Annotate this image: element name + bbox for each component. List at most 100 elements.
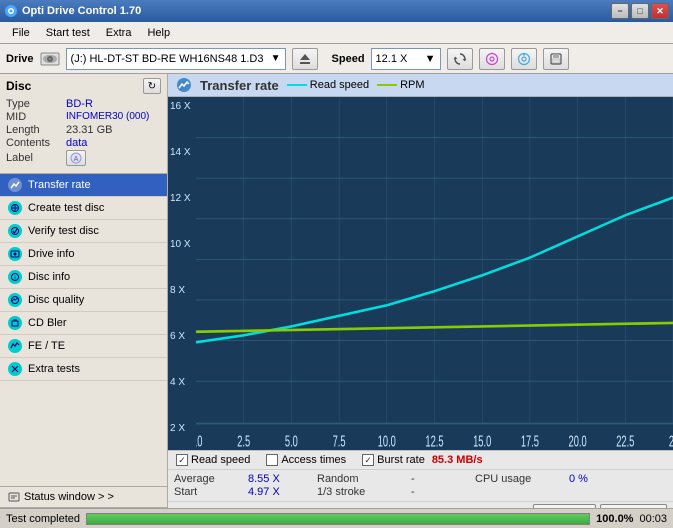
y-label-2x: 2 X: [170, 423, 194, 434]
fe-te-label: FE / TE: [28, 340, 65, 352]
legend-rpm-label: RPM: [400, 79, 424, 91]
progress-percent: 100.0%: [596, 513, 633, 525]
maximize-button[interactable]: □: [631, 3, 649, 19]
svg-text:20.0: 20.0: [569, 432, 587, 450]
svg-text:12.5: 12.5: [425, 432, 443, 450]
legend-read-speed: Read speed: [287, 79, 369, 91]
y-label-14x: 14 X: [170, 147, 194, 158]
label-label: Label: [6, 152, 66, 164]
sidebar-item-fe-te[interactable]: FE / TE: [0, 335, 167, 358]
read-speed-checkmark: ✓: [178, 455, 186, 466]
speed-dropdown-arrow: ▼: [425, 53, 436, 65]
menu-start-test[interactable]: Start test: [38, 25, 98, 41]
title-bar: Opti Drive Control 1.70 − □ ✕: [0, 0, 673, 22]
disc-icon: [485, 52, 499, 66]
drive-name: (J:) HL-DT-ST BD-RE WH16NS48 1.D3: [71, 53, 264, 65]
extra-tests-icon: [8, 362, 22, 376]
sidebar-item-disc-quality[interactable]: Disc quality: [0, 289, 167, 312]
nav-items: Transfer rate Create test disc Verify te…: [0, 174, 167, 381]
eject-button[interactable]: [292, 48, 318, 70]
progress-time: 00:03: [639, 513, 667, 525]
refresh-button[interactable]: [447, 48, 473, 70]
drive-select[interactable]: (J:) HL-DT-ST BD-RE WH16NS48 1.D3 ▼: [66, 48, 286, 70]
speed-value: 12.1 X: [376, 53, 408, 65]
access-times-control[interactable]: Access times: [266, 454, 346, 466]
cpu-label: CPU usage: [475, 473, 565, 485]
y-label-8x: 8 X: [170, 285, 194, 296]
chart-header: Transfer rate Read speed RPM: [168, 74, 673, 97]
drive-info-icon: [8, 247, 22, 261]
burst-rate-control[interactable]: ✓ Burst rate 85.3 MB/s: [362, 454, 482, 466]
start-value: 4.97 X: [248, 486, 313, 498]
random-dash: -: [411, 473, 471, 485]
sidebar-item-verify-test-disc[interactable]: Verify test disc: [0, 220, 167, 243]
access-times-check-label: Access times: [281, 454, 346, 466]
disc-quality-label: Disc quality: [28, 294, 84, 306]
sidebar-item-transfer-rate[interactable]: Transfer rate: [0, 174, 167, 197]
y-label-4x: 4 X: [170, 377, 194, 388]
status-window-button[interactable]: Status window > >: [0, 487, 167, 508]
disc-icon-button[interactable]: [479, 48, 505, 70]
label-button[interactable]: A: [66, 150, 86, 166]
svg-text:2.5: 2.5: [237, 432, 250, 450]
read-speed-checkbox[interactable]: ✓: [176, 454, 188, 466]
legend-read-speed-label: Read speed: [310, 79, 369, 91]
stroke13-dash: -: [411, 486, 471, 498]
disc-refresh-button[interactable]: ↻: [143, 78, 161, 94]
disc-info-icon: i: [8, 270, 22, 284]
app-icon: [4, 4, 18, 18]
stats-area: Average 8.55 X Random - CPU usage 0 % St…: [168, 469, 673, 501]
menu-file[interactable]: File: [4, 25, 38, 41]
sidebar-item-drive-info[interactable]: Drive info: [0, 243, 167, 266]
verify-test-disc-label: Verify test disc: [28, 225, 99, 237]
label-icon: A: [70, 152, 82, 164]
contents-value: data: [66, 137, 87, 149]
app-title: Opti Drive Control 1.70: [22, 5, 141, 17]
access-times-checkbox[interactable]: [266, 454, 278, 466]
sidebar: Disc ↻ Type BD-R MID INFOMER30 (000) Len…: [0, 74, 168, 528]
main-layout: Disc ↻ Type BD-R MID INFOMER30 (000) Len…: [0, 74, 673, 528]
minimize-button[interactable]: −: [611, 3, 629, 19]
transfer-rate-icon: [8, 178, 22, 192]
save-button[interactable]: [543, 48, 569, 70]
sidebar-item-cd-bler[interactable]: CD Bler: [0, 312, 167, 335]
legend-read-speed-color: [287, 84, 307, 86]
read-speed-control[interactable]: ✓ Read speed: [176, 454, 250, 466]
fe-te-icon: [8, 339, 22, 353]
drive-info-label: Drive info: [28, 248, 74, 260]
close-button[interactable]: ✕: [651, 3, 669, 19]
drive-label: Drive: [6, 53, 34, 65]
chart-svg: 0.0 2.5 5.0 7.5 10.0 12.5 15.0 17.5 20.0…: [196, 97, 673, 450]
transfer-rate-label: Transfer rate: [28, 179, 91, 191]
burst-rate-check-label: Burst rate: [377, 454, 425, 466]
svg-text:10.0: 10.0: [378, 432, 396, 450]
menu-extra[interactable]: Extra: [98, 25, 140, 41]
chart-header-icon: [176, 77, 192, 93]
speed-select[interactable]: 12.1 X ▼: [371, 48, 441, 70]
save-icon: [549, 52, 563, 66]
burn-icon-button[interactable]: [511, 48, 537, 70]
sidebar-item-disc-info[interactable]: i Disc info: [0, 266, 167, 289]
cd-bler-label: CD Bler: [28, 317, 67, 329]
speed-label: Speed: [332, 53, 365, 65]
svg-text:22.5: 22.5: [616, 432, 634, 450]
contents-label: Contents: [6, 137, 66, 149]
svg-text:25.0 GB: 25.0 GB: [669, 432, 673, 450]
disc-info-label: Disc info: [28, 271, 70, 283]
extra-tests-label: Extra tests: [28, 363, 80, 375]
type-label: Type: [6, 98, 66, 110]
random-label: Random: [317, 473, 407, 485]
create-test-disc-label: Create test disc: [28, 202, 104, 214]
status-window-icon: [8, 491, 20, 503]
type-value: BD-R: [66, 98, 93, 110]
burst-rate-checkmark: ✓: [364, 455, 372, 466]
svg-text:5.0: 5.0: [285, 432, 298, 450]
average-value: 8.55 X: [248, 473, 313, 485]
verify-test-disc-icon: [8, 224, 22, 238]
sidebar-item-extra-tests[interactable]: Extra tests: [0, 358, 167, 381]
disc-quality-icon: [8, 293, 22, 307]
svg-text:A: A: [74, 156, 79, 163]
menu-help[interactable]: Help: [139, 25, 178, 41]
sidebar-item-create-test-disc[interactable]: Create test disc: [0, 197, 167, 220]
burst-rate-checkbox[interactable]: ✓: [362, 454, 374, 466]
